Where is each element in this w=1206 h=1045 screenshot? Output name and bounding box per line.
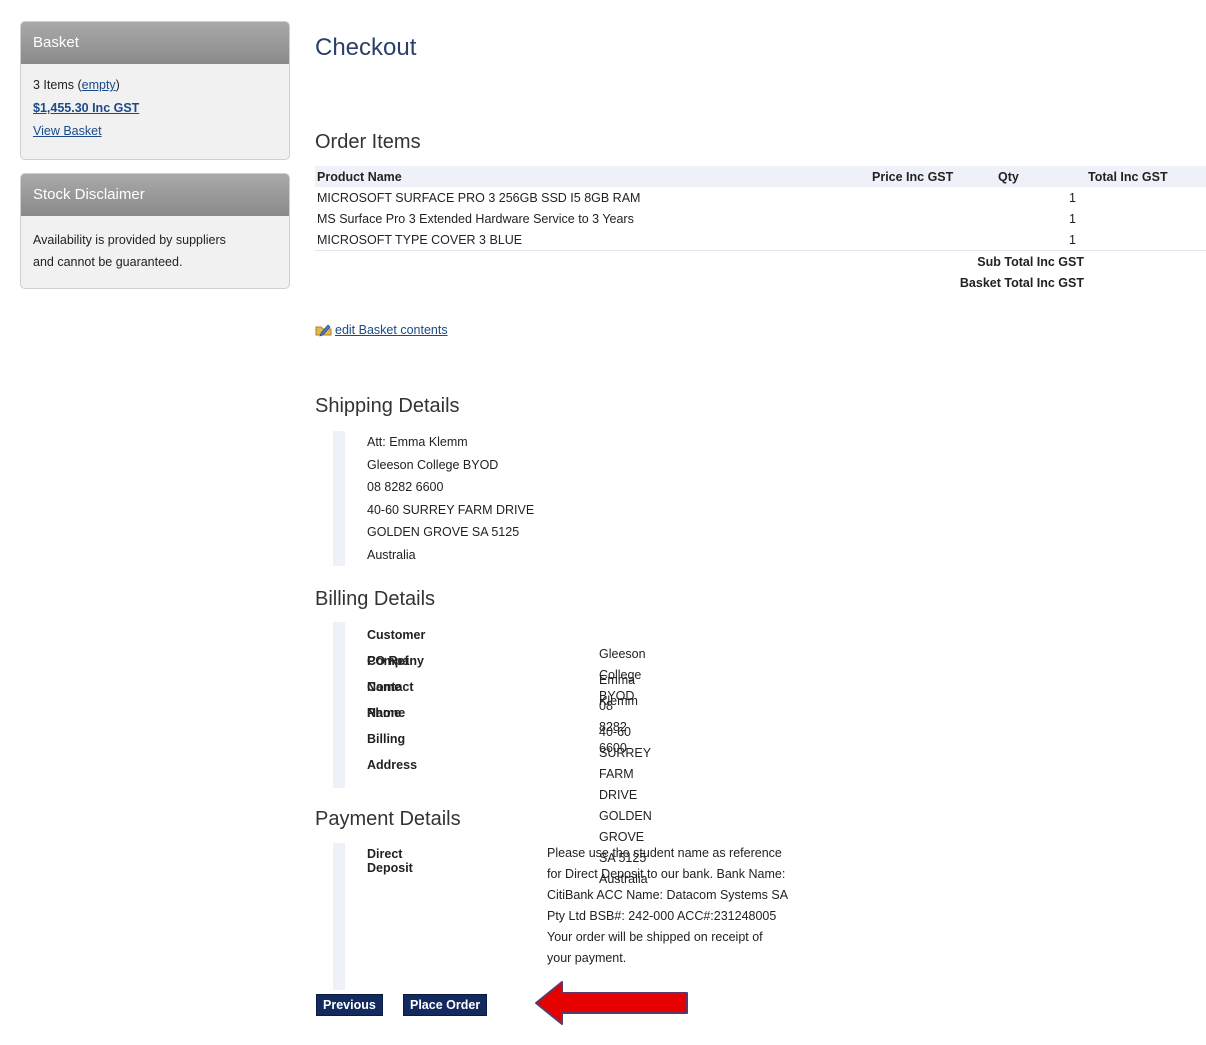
stock-disclaimer-title: Stock Disclaimer xyxy=(21,174,289,216)
basket-title: Basket xyxy=(21,22,289,64)
payment-line: CitiBank ACC Name: Datacom Systems SA xyxy=(547,888,789,902)
payment-method-label: Direct Deposit xyxy=(367,847,413,875)
order-items-table: Product Name Price Inc GST Qty Total Inc… xyxy=(315,166,1206,293)
shipping-line: Att: Emma Klemm xyxy=(367,435,468,449)
col-qty: Qty xyxy=(996,166,1086,187)
disclaimer-line-1: Availability is provided by suppliers xyxy=(33,233,226,247)
col-total: Total Inc GST xyxy=(1086,166,1206,187)
shipping-line: 08 8282 6600 xyxy=(367,480,444,494)
place-order-button[interactable]: Place Order xyxy=(403,994,488,1016)
payment-details-heading: Payment Details xyxy=(315,808,461,830)
basket-total-link[interactable]: $1,455.30 Inc GST xyxy=(33,101,139,115)
edit-basket-link[interactable]: edit Basket contents xyxy=(335,323,448,337)
basket-total-value xyxy=(1086,272,1206,293)
shipping-line: Gleeson College BYOD xyxy=(367,457,499,472)
view-basket-link[interactable]: View Basket xyxy=(33,124,102,138)
subtotal-label: Sub Total Inc GST xyxy=(977,254,1084,269)
col-price: Price Inc GST xyxy=(870,166,996,187)
page-title: Checkout xyxy=(315,34,417,61)
basket-panel: Basket 3 Items (empty) $1,455.30 Inc GST… xyxy=(20,21,290,160)
table-row: MICROSOFT TYPE COVER 3 BLUE 1 xyxy=(315,229,1206,251)
billing-details-block: Customer PO Ref Company Name Gleeson Col… xyxy=(333,622,652,886)
product-total xyxy=(1086,208,1206,229)
disclaimer-line-2: and cannot be guaranteed. xyxy=(33,255,183,269)
product-price xyxy=(870,208,996,229)
payment-line: Pty Ltd BSB#: 242-000 ACC#:231248005 xyxy=(547,909,777,923)
payment-line: Your order will be shipped on receipt of xyxy=(547,930,763,944)
table-row: MS Surface Pro 3 Extended Hardware Servi… xyxy=(315,208,1206,229)
billing-address-label: Billing Address xyxy=(367,732,418,772)
shipping-line: Australia xyxy=(367,547,416,562)
order-items-header-row: Product Name Price Inc GST Qty Total Inc… xyxy=(315,166,1206,187)
product-name: MICROSOFT SURFACE PRO 3 256GB SSD I5 8GB… xyxy=(315,187,870,208)
basket-items-line: 3 Items (empty) xyxy=(33,74,277,97)
product-qty: 1 xyxy=(996,229,1086,251)
subtotal-value xyxy=(1086,251,1206,273)
billing-address-line: 40-60 SURREY FARM DRIVE xyxy=(599,725,651,802)
shipping-address-block: Att: Emma Klemm Gleeson College BYOD 08 … xyxy=(333,431,534,566)
product-name: MICROSOFT TYPE COVER 3 BLUE xyxy=(315,229,870,251)
shipping-line: 40-60 SURREY FARM DRIVE xyxy=(367,502,535,517)
payment-line: for Direct Deposit to our bank. Bank Nam… xyxy=(547,867,786,881)
product-price xyxy=(870,187,996,208)
product-total xyxy=(1086,187,1206,208)
payment-details-block: Direct Deposit Please use the student na… xyxy=(333,843,788,990)
product-name: MS Surface Pro 3 Extended Hardware Servi… xyxy=(315,208,870,229)
basket-total-label: Basket Total Inc GST xyxy=(959,275,1084,290)
product-qty: 1 xyxy=(996,187,1086,208)
payment-line: your payment. xyxy=(547,951,627,965)
billing-details-heading: Billing Details xyxy=(315,588,436,610)
shipping-details-heading: Shipping Details xyxy=(315,395,460,417)
basket-items-count: 3 Items ( xyxy=(33,78,82,92)
shipping-line: GOLDEN GROVE SA 5125 xyxy=(367,525,520,539)
table-row: MICROSOFT SURFACE PRO 3 256GB SSD I5 8GB… xyxy=(315,187,1206,208)
red-arrow-annotation xyxy=(535,981,688,1025)
subtotal-row: Sub Total Inc GST xyxy=(315,251,1206,273)
payment-instructions: Please use the student name as reference… xyxy=(547,843,837,969)
order-items-heading: Order Items xyxy=(315,131,421,153)
product-price xyxy=(870,229,996,251)
basket-close-paren: ) xyxy=(115,78,120,92)
phone-label: Phone xyxy=(367,706,406,720)
stock-disclaimer-panel: Stock Disclaimer Availability is provide… xyxy=(20,173,290,289)
basket-total-row: Basket Total Inc GST xyxy=(315,272,1206,293)
edit-basket-icon xyxy=(315,324,332,337)
product-qty: 1 xyxy=(996,208,1086,229)
previous-button[interactable]: Previous xyxy=(316,994,383,1016)
col-product-name: Product Name xyxy=(315,166,870,187)
empty-basket-link[interactable]: empty xyxy=(82,78,116,92)
product-total xyxy=(1086,229,1206,251)
payment-line: Please use the student name as reference xyxy=(547,846,782,860)
edit-basket-link-wrap[interactable]: edit Basket contents xyxy=(315,322,448,338)
